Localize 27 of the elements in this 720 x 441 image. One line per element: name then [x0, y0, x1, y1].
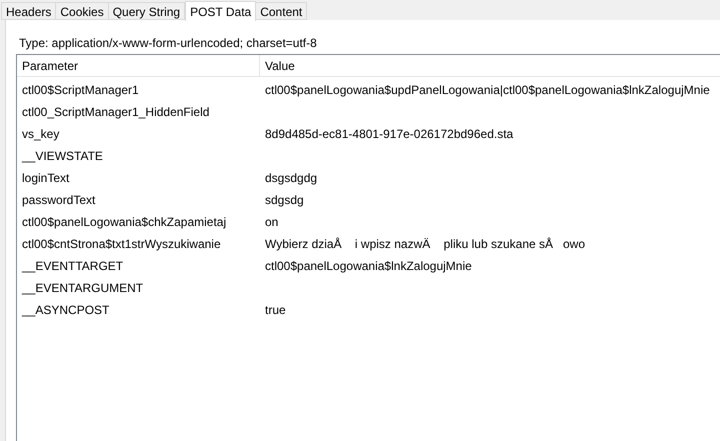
- tab[interactable]: POST Data: [185, 1, 256, 21]
- table-cell: passwordText: [22, 193, 96, 207]
- tab[interactable]: Cookies: [55, 2, 109, 20]
- table-cell-text: dsgsdgdg: [264, 170, 318, 187]
- table-cell: __EVENTTARGET: [22, 259, 124, 273]
- table-cell: loginText: [22, 171, 70, 185]
- table-cell: vs_key: [22, 127, 60, 141]
- content-type-label: Type: application/x-www-form-urlencoded; charset=utf-8: [19, 36, 318, 50]
- table-cell-text: true: [264, 302, 286, 319]
- table-cell-text: sdgsdg: [264, 192, 304, 209]
- tab[interactable]: Content: [255, 2, 308, 20]
- table-cell: ctl00$panelLogowania$chkZapamietaj: [22, 215, 226, 229]
- table-cell-text: ctl00$panelLogowania$updPanelLogowania|ctl00$panelLogowania$lnkZalogujMnie: [264, 82, 710, 99]
- table-cell: ctl00$cntStrona$txt1strWyszukiwanie: [22, 237, 221, 251]
- table-cell: ctl00$ScriptManager1: [22, 83, 139, 97]
- column-header[interactable]: Value: [260, 56, 295, 74]
- table-cell-text: ctl00$panelLogowania$lnkZalogujMnie: [264, 258, 472, 275]
- table-cell: ctl00_ScriptManager1_HiddenField: [22, 105, 210, 119]
- table-cell-text: Wybierz dziaÅ i wpisz nazwÄ pliku lub szukane sÅowo: [264, 236, 586, 253]
- table-cell: __VIEWSTATE: [22, 149, 103, 163]
- column-header[interactable]: Parameter: [17, 55, 260, 76]
- tab[interactable]: Query String: [108, 2, 186, 20]
- table-cell: __EVENTARGUMENT: [22, 281, 144, 295]
- table-cell: __ASYNCPOST: [22, 303, 110, 317]
- table-cell-text: on: [264, 214, 278, 231]
- table-cell-text: 8d9d485d-ec81-4801-917e-026172bd96ed.sta: [264, 126, 514, 143]
- tab[interactable]: Headers: [1, 2, 56, 20]
